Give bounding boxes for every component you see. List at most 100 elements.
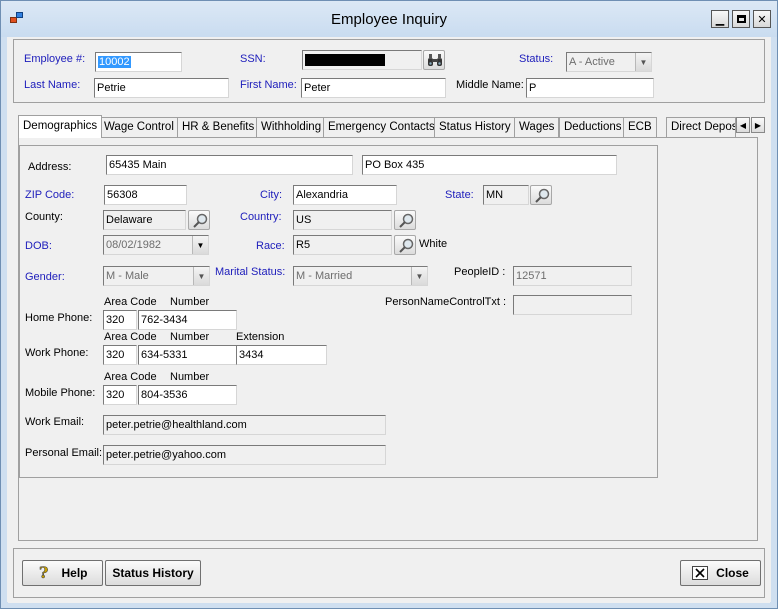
work-area-code-input[interactable]: 320 <box>103 345 137 365</box>
ssn-redaction <box>305 54 385 66</box>
address-line2-input[interactable]: PO Box 435 <box>362 155 617 175</box>
person-name-control-label: PersonNameControlTxt : <box>385 296 507 308</box>
work-number-input[interactable]: 634-5331 <box>138 345 237 365</box>
tab-demographics[interactable]: Demographics <box>18 115 103 138</box>
people-id-input[interactable]: 12571 <box>513 266 632 286</box>
chevron-down-icon[interactable]: ▼ <box>411 267 427 285</box>
mobile-number-input[interactable]: 804-3536 <box>138 385 237 405</box>
last-name-input[interactable]: Petrie <box>94 78 229 98</box>
address-line1-input[interactable]: 65435 Main <box>106 155 353 175</box>
home-area-code-input[interactable]: 320 <box>103 310 137 330</box>
maximize-button[interactable] <box>732 10 750 28</box>
magnifier-icon <box>535 188 550 203</box>
status-label: Status: <box>519 53 554 65</box>
status-history-button-label: Status History <box>112 566 194 580</box>
personal-email-label: Personal Email: <box>25 447 103 459</box>
minimize-icon: ▁ <box>715 12 725 26</box>
mobile-area-code-header: Area Code <box>104 371 157 383</box>
tab-ecb[interactable]: ECB <box>623 117 657 137</box>
chevron-down-icon[interactable]: ▼ <box>192 236 208 254</box>
state-label: State: <box>445 189 474 201</box>
mobile-number-header: Number <box>170 371 210 383</box>
binoculars-icon <box>428 54 442 66</box>
state-lookup-button[interactable] <box>530 185 552 205</box>
maximize-icon <box>736 15 746 23</box>
zip-code-label: ZIP Code: <box>25 189 75 201</box>
last-name-label: Last Name: <box>24 79 81 91</box>
person-name-control-input[interactable] <box>513 295 632 315</box>
chevron-down-icon[interactable]: ▼ <box>193 267 209 285</box>
gender-value: M - Male <box>106 270 149 282</box>
ssn-search-button[interactable] <box>423 50 445 70</box>
address-label: Address: <box>28 161 72 173</box>
chevron-down-icon[interactable]: ▼ <box>635 53 651 71</box>
tab-scroll-left-button[interactable]: ◀ <box>736 117 750 133</box>
tab-wages[interactable]: Wages <box>514 117 560 137</box>
ssn-field[interactable] <box>302 50 422 70</box>
race-lookup-button[interactable] <box>394 235 416 255</box>
employee-number-input[interactable]: 10002 <box>95 52 182 72</box>
city-label: City: <box>260 189 282 201</box>
mobile-phone-label: Mobile Phone: <box>25 387 96 399</box>
magnifier-icon <box>399 238 414 253</box>
magnifier-icon <box>399 213 414 228</box>
race-label: Race: <box>256 240 285 252</box>
county-label: County: <box>25 211 63 223</box>
home-number-input[interactable]: 762-3434 <box>138 310 237 330</box>
home-area-code-header: Area Code <box>104 296 157 308</box>
first-name-input[interactable]: Peter <box>301 78 446 98</box>
close-button[interactable]: Close <box>680 560 761 586</box>
title-bar[interactable]: Employee Inquiry ▁ ✕ <box>1 1 777 37</box>
home-phone-label: Home Phone: <box>25 312 93 324</box>
state-input[interactable]: MN <box>483 185 529 205</box>
county-input[interactable]: Delaware <box>103 210 186 230</box>
tab-status-history[interactable]: Status History <box>434 117 516 137</box>
close-button-label: Close <box>716 566 749 580</box>
tab-hr-benefits[interactable]: HR & Benefits <box>177 117 260 137</box>
employee-inquiry-window: Employee Inquiry ▁ ✕ Employee #: 10002 S… <box>0 0 778 609</box>
dob-picker[interactable]: 08/02/1982 ▼ <box>103 235 209 255</box>
window-title: Employee Inquiry <box>331 11 447 28</box>
tab-deductions[interactable]: Deductions <box>559 117 627 137</box>
tab-direct-deposit[interactable]: Direct Deposi <box>666 117 736 137</box>
status-value: A - Active <box>569 56 615 68</box>
arrow-left-icon: ◀ <box>739 120 747 130</box>
work-phone-label: Work Phone: <box>25 347 89 359</box>
city-input[interactable]: Alexandria <box>293 185 397 205</box>
work-extension-header: Extension <box>236 331 285 343</box>
country-input[interactable]: US <box>293 210 392 230</box>
country-lookup-button[interactable] <box>394 210 416 230</box>
status-dropdown[interactable]: A - Active ▼ <box>566 52 652 72</box>
status-history-button[interactable]: Status History <box>105 560 201 586</box>
tab-wage-control[interactable]: Wage Control <box>99 117 179 137</box>
marital-status-label: Marital Status: <box>215 266 286 278</box>
tab-strip: Demographics Wage Control HR & Benefits … <box>18 115 765 138</box>
work-extension-input[interactable]: 3434 <box>236 345 327 365</box>
zip-code-input[interactable]: 56308 <box>104 185 187 205</box>
marital-status-dropdown[interactable]: M - Married ▼ <box>293 266 428 286</box>
middle-name-input[interactable]: P <box>526 78 654 98</box>
tab-withholding[interactable]: Withholding <box>256 117 327 137</box>
county-lookup-button[interactable] <box>188 210 210 230</box>
minimize-button[interactable]: ▁ <box>711 10 729 28</box>
home-number-header: Number <box>170 296 210 308</box>
work-number-header: Number <box>170 331 210 343</box>
gender-label: Gender: <box>25 271 65 283</box>
close-window-button[interactable]: ✕ <box>753 10 771 28</box>
help-button[interactable]: ? Help <box>22 560 103 586</box>
marital-status-value: M - Married <box>296 270 353 282</box>
tab-emergency-contacts[interactable]: Emergency Contacts <box>323 117 440 137</box>
middle-name-label: Middle Name: <box>456 79 524 91</box>
work-email-input[interactable]: peter.petrie@healthland.com <box>103 415 386 435</box>
ssn-label: SSN: <box>240 53 266 65</box>
dob-value: 08/02/1982 <box>106 239 162 251</box>
svg-text:?: ? <box>39 564 48 582</box>
people-id-label: PeopleID : <box>454 266 506 278</box>
tab-scroll-right-button[interactable]: ▶ <box>751 117 765 133</box>
first-name-label: First Name: <box>240 79 297 91</box>
work-email-label: Work Email: <box>25 416 85 428</box>
personal-email-input[interactable]: peter.petrie@yahoo.com <box>103 445 386 465</box>
gender-dropdown[interactable]: M - Male ▼ <box>103 266 210 286</box>
mobile-area-code-input[interactable]: 320 <box>103 385 137 405</box>
race-input[interactable]: R5 <box>293 235 392 255</box>
